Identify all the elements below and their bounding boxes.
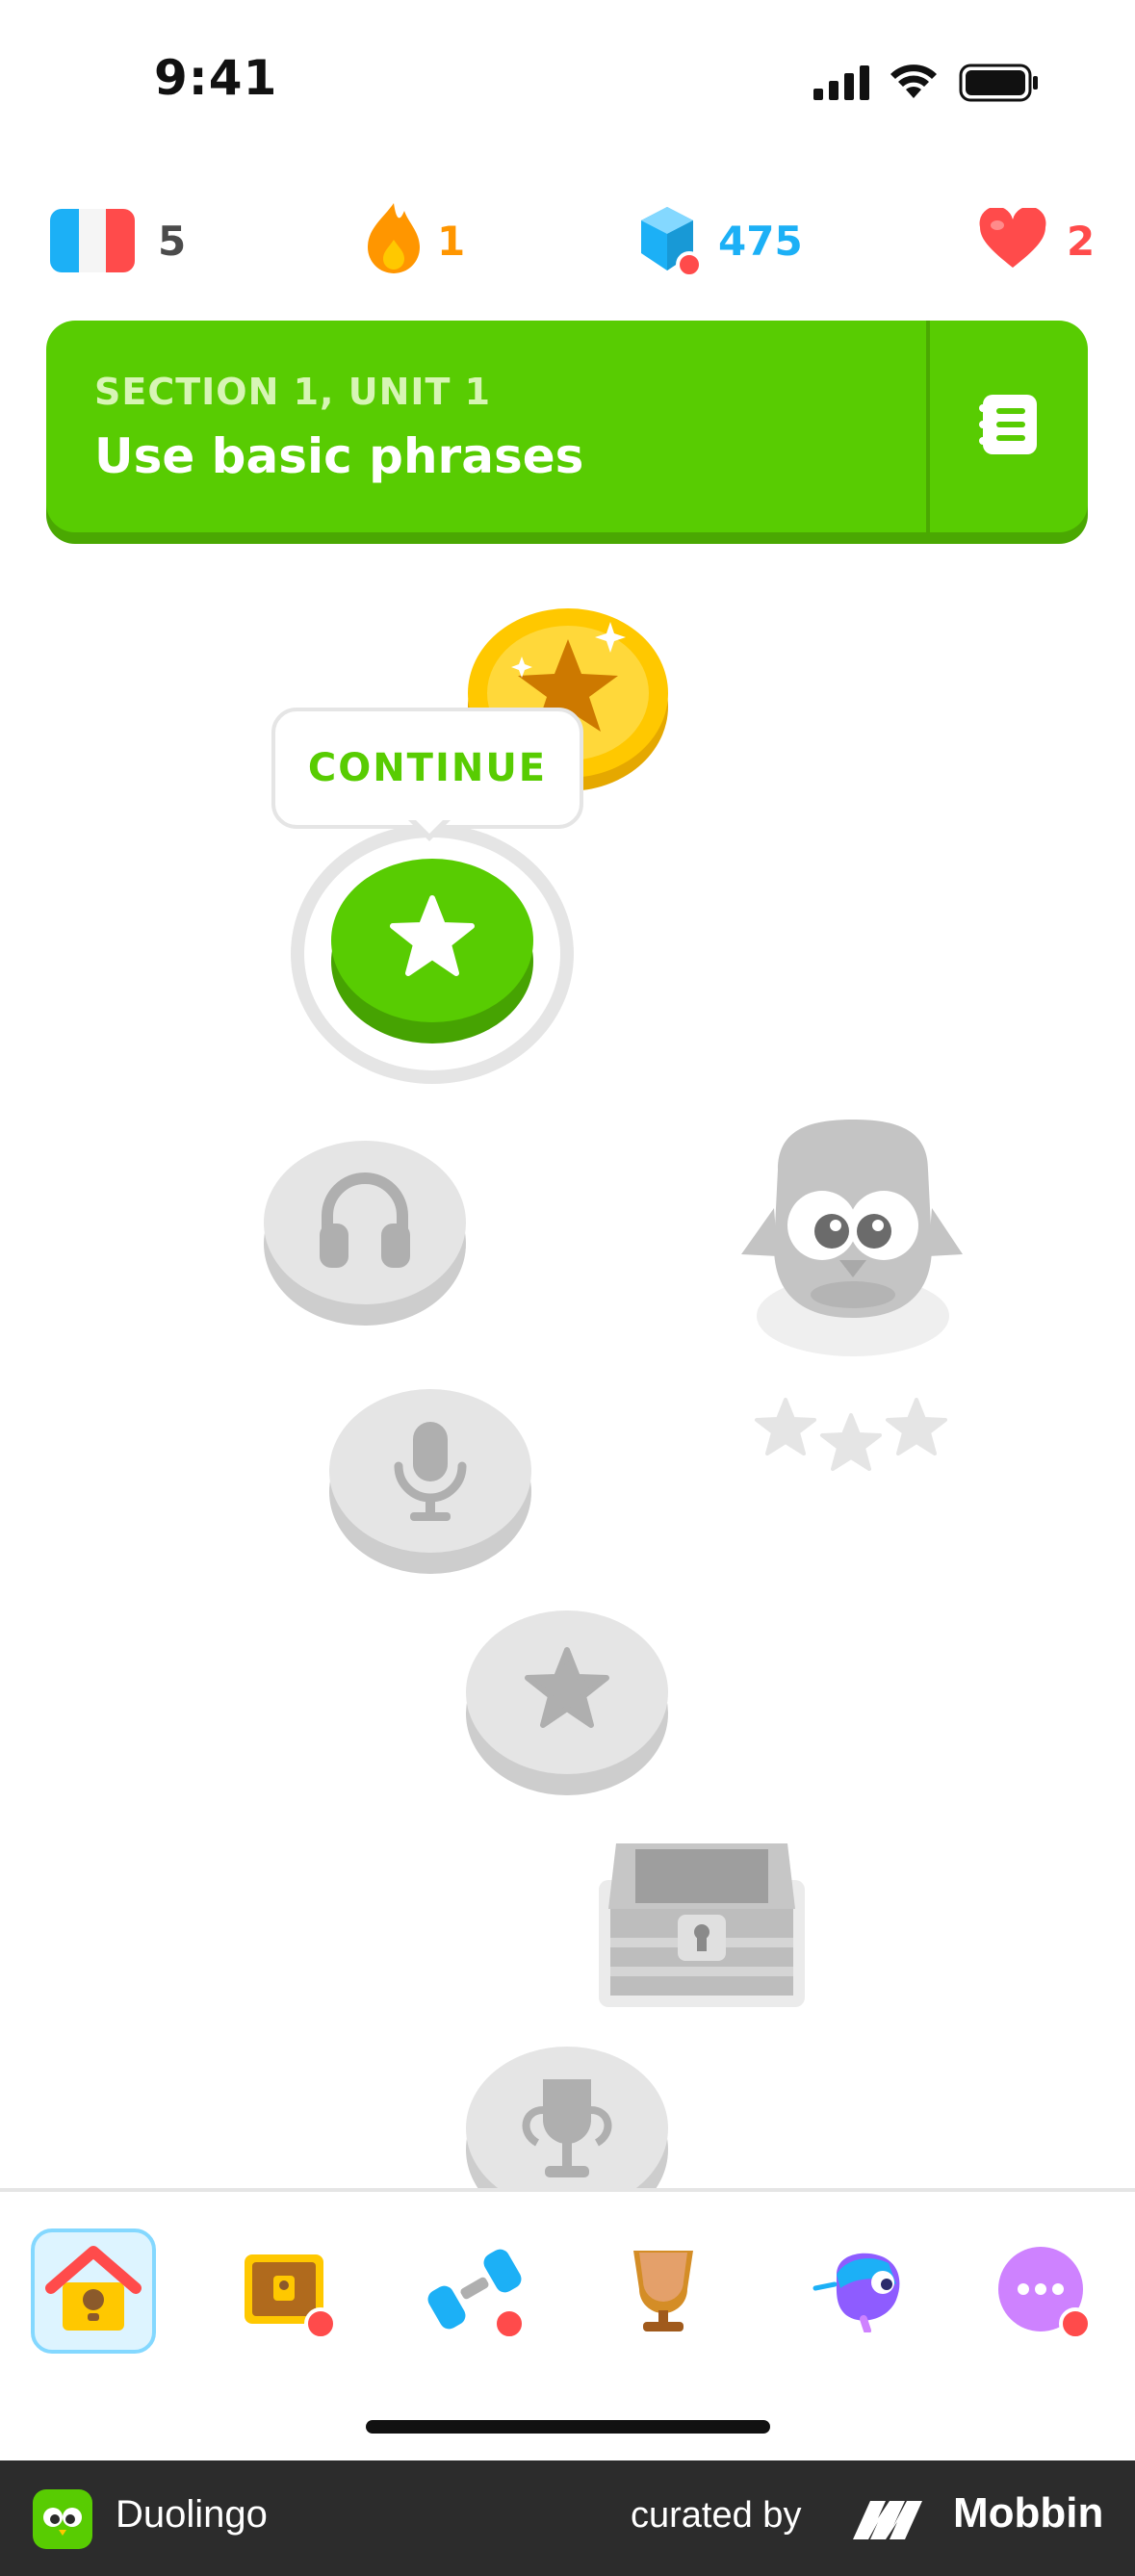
lesson-node-listening[interactable] [264, 1141, 466, 1326]
nav-treasure[interactable] [221, 2228, 347, 2354]
french-flag-icon [50, 209, 135, 272]
more-notification-dot [1059, 2307, 1092, 2340]
lesson-node-speaking[interactable] [329, 1389, 531, 1574]
treasure-chest-icon[interactable] [597, 1834, 807, 2013]
streak-count: 1 [437, 217, 466, 265]
nav-more[interactable] [978, 2228, 1103, 2354]
practice-notification-dot [493, 2307, 526, 2340]
unit-section-label: SECTION 1, UNIT 1 [94, 371, 492, 413]
course-count: 5 [158, 217, 187, 265]
footer-bar: Duolingo curated by Mobbin [0, 2460, 1135, 2576]
unit-title: Use basic phrases [94, 428, 584, 484]
wifi-icon [888, 62, 940, 104]
star-icon [524, 1644, 610, 1735]
rating-stars-icon [753, 1394, 949, 1479]
nav-leaderboard[interactable] [601, 2228, 726, 2354]
duolingo-logo-icon [33, 2489, 92, 2553]
footer-app-name: Duolingo [116, 2493, 268, 2536]
lesson-node-active[interactable] [331, 859, 533, 1043]
streak-stat[interactable]: 1 [364, 197, 465, 284]
battery-icon [959, 64, 1040, 106]
hearts-count: 2 [1067, 217, 1096, 265]
continue-tooltip[interactable]: CONTINUE [271, 708, 583, 829]
mobbin-logo-icon [853, 2497, 940, 2543]
bronze-trophy-icon [620, 2243, 707, 2339]
course-flag-stat[interactable]: 5 [50, 197, 186, 284]
lesson-node-trophy[interactable] [466, 2047, 668, 2188]
hearts-stat[interactable]: 2 [978, 197, 1095, 284]
gems-count: 475 [718, 217, 803, 265]
star-icon [389, 892, 476, 983]
gems-stat[interactable]: 475 [637, 197, 803, 284]
continue-label: CONTINUE [307, 746, 548, 790]
lesson-node-locked[interactable] [466, 1610, 668, 1795]
unit-banner[interactable]: SECTION 1, UNIT 1 Use basic phrases [46, 321, 1088, 532]
super-duo-icon [812, 2246, 912, 2336]
heart-icon [978, 206, 1047, 273]
guidebook-button[interactable] [930, 321, 1088, 532]
nav-practice[interactable] [412, 2228, 537, 2354]
trophy-icon [514, 2072, 620, 2188]
home-icon [45, 2246, 142, 2336]
streak-flame-icon [364, 201, 424, 280]
microphone-icon [387, 1418, 474, 1528]
treasure-notification-dot [304, 2307, 337, 2340]
status-time: 9:41 [154, 50, 278, 106]
duo-owl-character [739, 1112, 965, 1366]
bottom-nav-divider [0, 2188, 1135, 2192]
gem-icon [637, 203, 703, 278]
guidebook-icon [975, 391, 1043, 462]
footer-brand: Mobbin [953, 2489, 1104, 2537]
cellular-signal-icon [813, 65, 871, 104]
home-indicator [366, 2420, 770, 2434]
footer-curated-by: curated by [631, 2495, 802, 2536]
nav-home[interactable] [31, 2228, 156, 2354]
trophy-node-clip [466, 2047, 668, 2188]
nav-super[interactable] [799, 2228, 924, 2354]
tooltip-pointer-inner [412, 816, 447, 834]
headphones-icon [314, 1166, 416, 1277]
